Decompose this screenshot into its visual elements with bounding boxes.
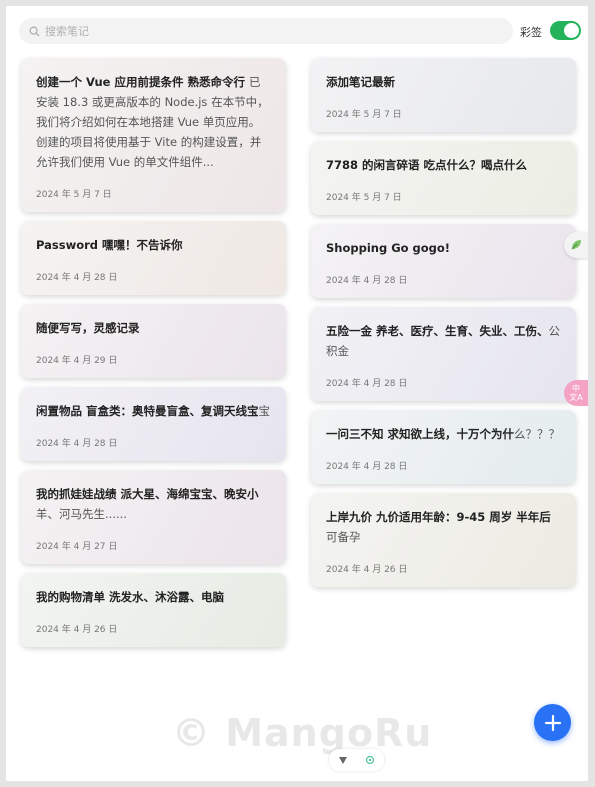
color-label-toggle[interactable]	[550, 21, 581, 40]
note-body: 可备孕	[326, 530, 361, 544]
note-card[interactable]: 我的抓娃娃战绩 派大星、海绵宝宝、晚安小羊、河马先生...... 2024 年 …	[21, 470, 286, 564]
top-bar: 彩签	[19, 18, 581, 44]
target-icon[interactable]	[365, 755, 375, 765]
note-body: 么？？？	[514, 427, 561, 441]
search-icon	[29, 26, 40, 37]
note-title: 随便写写，灵感记录	[36, 321, 140, 335]
bottom-dock	[329, 749, 384, 771]
note-title: 五险一金 养老、医疗、生育、失业、工伤、	[326, 324, 549, 338]
note-card[interactable]: 我的购物清单 洗发水、沐浴露、电脑 2024 年 4 月 26 日	[21, 573, 286, 647]
note-title: 创建一个 Vue 应用前提条件 熟悉命令行	[36, 75, 245, 89]
app-window: 彩签 创建一个 Vue 应用前提条件 熟悉命令行 已安装 18.3 或更高版本的…	[6, 6, 588, 781]
note-date: 2024 年 4 月 28 日	[36, 439, 118, 449]
note-body: 宝	[258, 404, 271, 418]
add-note-button[interactable]	[534, 704, 571, 741]
note-date: 2024 年 4 月 28 日	[326, 379, 408, 389]
search-input[interactable]	[45, 24, 485, 38]
dropdown-triangle-icon[interactable]	[338, 756, 348, 765]
note-card[interactable]: 7788 的闲言碎语 吃点什么？喝点什么 2024 年 5 月 7 日	[311, 141, 576, 215]
note-title: 我的购物清单 洗发水、沐浴露、电脑	[36, 590, 225, 604]
note-date: 2024 年 4 月 28 日	[326, 276, 408, 286]
note-title: 一问三不知 求知欲上线，十万个为什	[326, 427, 515, 441]
color-label-toggle-label: 彩签	[520, 26, 542, 39]
translate-icon: 中文A	[569, 384, 583, 402]
note-title: Shopping Go gogo!	[326, 241, 451, 255]
note-card[interactable]: Password 嘿嘿！不告诉你 2024 年 4 月 28 日	[21, 221, 286, 295]
note-date: 2024 年 5 月 7 日	[326, 193, 402, 203]
note-date: 2024 年 4 月 26 日	[326, 565, 408, 575]
note-title: 上岸九价 九价适用年龄：9-45 周岁 半年后	[326, 510, 551, 524]
note-date: 2024 年 5 月 7 日	[36, 190, 112, 200]
note-card[interactable]: 上岸九价 九价适用年龄：9-45 周岁 半年后可备孕 2024 年 4 月 26…	[311, 493, 576, 587]
note-date: 2024 年 4 月 28 日	[326, 462, 408, 472]
search-bar[interactable]	[19, 18, 513, 44]
note-card[interactable]: Shopping Go gogo! 2024 年 4 月 28 日	[311, 224, 576, 298]
leaf-side-button[interactable]	[564, 232, 588, 258]
note-date: 2024 年 4 月 27 日	[36, 542, 118, 552]
note-card[interactable]: 一问三不知 求知欲上线，十万个为什么？？？ 2024 年 4 月 28 日	[311, 410, 576, 484]
note-title: 我的抓娃娃战绩 派大星、海绵宝宝、晚安小	[36, 487, 259, 501]
note-title: 闲置物品 盲盒类：奥特曼盲盒、复调天线宝	[36, 404, 259, 418]
note-card[interactable]: 闲置物品 盲盒类：奥特曼盲盒、复调天线宝宝 2024 年 4 月 28 日	[21, 387, 286, 461]
note-date: 2024 年 4 月 28 日	[36, 273, 118, 283]
note-body: 羊、河马先生......	[36, 507, 127, 521]
notes-column-right: 添加笔记最新 2024 年 5 月 7 日 7788 的闲言碎语 吃点什么？喝点…	[311, 58, 576, 596]
note-card[interactable]: 添加笔记最新 2024 年 5 月 7 日	[311, 58, 576, 132]
leaf-icon	[571, 240, 581, 250]
note-card[interactable]: 五险一金 养老、医疗、生育、失业、工伤、公积金 2024 年 4 月 28 日	[311, 307, 576, 401]
note-date: 2024 年 4 月 26 日	[36, 625, 118, 635]
note-date: 2024 年 5 月 7 日	[326, 110, 402, 120]
note-card[interactable]: 创建一个 Vue 应用前提条件 熟悉命令行 已安装 18.3 或更高版本的 No…	[21, 58, 286, 212]
note-body: 已安装 18.3 或更高版本的 Node.js 在本节中，我们将介绍如何在本地搭…	[36, 75, 269, 169]
note-title: 添加笔记最新	[326, 75, 395, 89]
watermark: © MangoRu	[172, 711, 433, 755]
note-title: 7788 的闲言碎语 吃点什么？喝点什么	[326, 158, 528, 172]
note-card[interactable]: 随便写写，灵感记录 2024 年 4 月 29 日	[21, 304, 286, 378]
plus-icon	[544, 714, 561, 731]
note-title: Password 嘿嘿！不告诉你	[36, 238, 183, 252]
notes-column-left: 创建一个 Vue 应用前提条件 熟悉命令行 已安装 18.3 或更高版本的 No…	[21, 58, 286, 656]
note-date: 2024 年 4 月 29 日	[36, 356, 118, 366]
translate-side-button[interactable]: 中文A	[564, 380, 588, 406]
